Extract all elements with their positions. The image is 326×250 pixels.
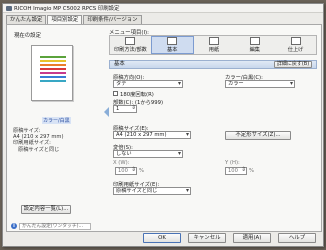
ok-button[interactable]: OK (143, 233, 181, 243)
basic-icon (167, 37, 178, 45)
section-header: 基本 詳細に戻す(B) (109, 60, 317, 69)
menu-item-label: 印刷方法/部数 (113, 47, 147, 53)
color-mode-link[interactable]: カラー/白黒 (42, 117, 71, 124)
magnification-select[interactable]: しない (113, 150, 183, 158)
page-preview (31, 45, 73, 101)
orientation-select[interactable]: タテ (113, 80, 183, 88)
current-settings-label: 現在の設定 (14, 33, 41, 39)
finishing-icon (290, 37, 301, 45)
mag-x-label: X (W): (113, 160, 130, 166)
copies-spinner[interactable]: 1 (113, 105, 137, 113)
apply-button[interactable]: 適用(A) (233, 233, 271, 243)
paper-size-select[interactable]: 原稿サイズと同じ (113, 187, 191, 195)
menu-items-bar: 印刷方法/部数 基本 用紙 編集 仕上げ (109, 35, 317, 55)
custom-size-button[interactable]: 不定形サイズ(Z)... (225, 131, 291, 140)
title-bar: RICOH Imagio MP C5002 RPCS 印刷設定 (3, 4, 323, 13)
menu-item-label: 編集 (249, 47, 260, 53)
pointer-arrow (104, 107, 109, 117)
tab-print-conditions[interactable]: 印刷条件/バージョン (83, 15, 142, 24)
preview-stripe (40, 64, 66, 66)
section-title: 基本 (114, 61, 125, 67)
window-title: RICOH Imagio MP C5002 RPCS 印刷設定 (14, 6, 120, 12)
original-size-select[interactable]: A4 (210 x 297 mm) (113, 131, 191, 139)
settings-summary: 原稿サイズ: A4 (210 x 297 mm) 印刷用紙サイズ: 原稿サイズと… (13, 128, 63, 153)
preview-stripe (40, 72, 66, 74)
color-mode-select[interactable]: カラー (225, 80, 295, 88)
mag-y-unit: % (249, 168, 255, 174)
mag-x-unit: % (139, 168, 145, 174)
tab-bar: かんたん設定 項目別設定 印刷条件/バージョン (6, 15, 143, 25)
menu-item-label: 基本 (167, 47, 178, 53)
help-button[interactable]: ヘルプ (278, 233, 316, 243)
menu-item-label: 用紙 (208, 47, 220, 53)
quick-setting-field[interactable]: かんたん設定(ワンタッチ)... (19, 222, 91, 230)
rotate-180-label: 180度回転(R) (120, 92, 154, 98)
detail-settings-pane: メニュー項目(I): 印刷方法/部数 基本 用紙 編集 仕上げ 基本 詳細に戻す… (103, 27, 319, 228)
rotate-180-checkbox[interactable] (113, 91, 118, 96)
tab-quick-settings[interactable]: かんたん設定 (6, 15, 47, 24)
mag-y-label: Y (H): (225, 160, 240, 166)
paper-icon (208, 37, 219, 45)
restore-details-button[interactable]: 詳細に戻す(B) (274, 61, 312, 68)
preview-stripe (40, 80, 66, 82)
current-settings-pane: 現在の設定 カラー/白黒 原稿サイズ: A4 (210 x 297 mm) 印刷… (9, 27, 100, 230)
menu-item-print-method[interactable]: 印刷方法/部数 (110, 36, 151, 54)
settings-panel: 現在の設定 カラー/白黒 原稿サイズ: A4 (210 x 297 mm) 印刷… (6, 24, 322, 232)
cancel-button[interactable]: キャンセル (188, 233, 226, 243)
menu-item-label: 仕上げ (287, 47, 304, 53)
printer-icon (6, 5, 12, 11)
preview-stripe (40, 56, 66, 58)
menu-item-paper[interactable]: 用紙 (194, 36, 235, 54)
quick-setting-row: i かんたん設定(ワンタッチ)... (11, 222, 99, 230)
mag-x-spinner[interactable]: 100 (115, 167, 137, 175)
edit-icon (249, 37, 260, 45)
mag-y-spinner[interactable]: 100 (225, 167, 247, 175)
dialog-footer: OK キャンセル 適用(A) ヘルプ (3, 230, 323, 246)
info-icon: i (11, 223, 17, 229)
print-method-icon (125, 37, 136, 45)
settings-list-button[interactable]: 設定内容一覧(L)... (21, 205, 71, 214)
menu-item-basic[interactable]: 基本 (150, 36, 194, 54)
summary-line: 原稿サイズと同じ (18, 146, 60, 153)
menu-item-edit[interactable]: 編集 (234, 36, 275, 54)
preview-stripe (40, 60, 66, 62)
print-settings-dialog: RICOH Imagio MP C5002 RPCS 印刷設定 かんたん設定 項… (2, 3, 324, 247)
preview-stripe (40, 76, 66, 78)
menu-item-finishing[interactable]: 仕上げ (275, 36, 316, 54)
preview-stripe (40, 68, 66, 70)
